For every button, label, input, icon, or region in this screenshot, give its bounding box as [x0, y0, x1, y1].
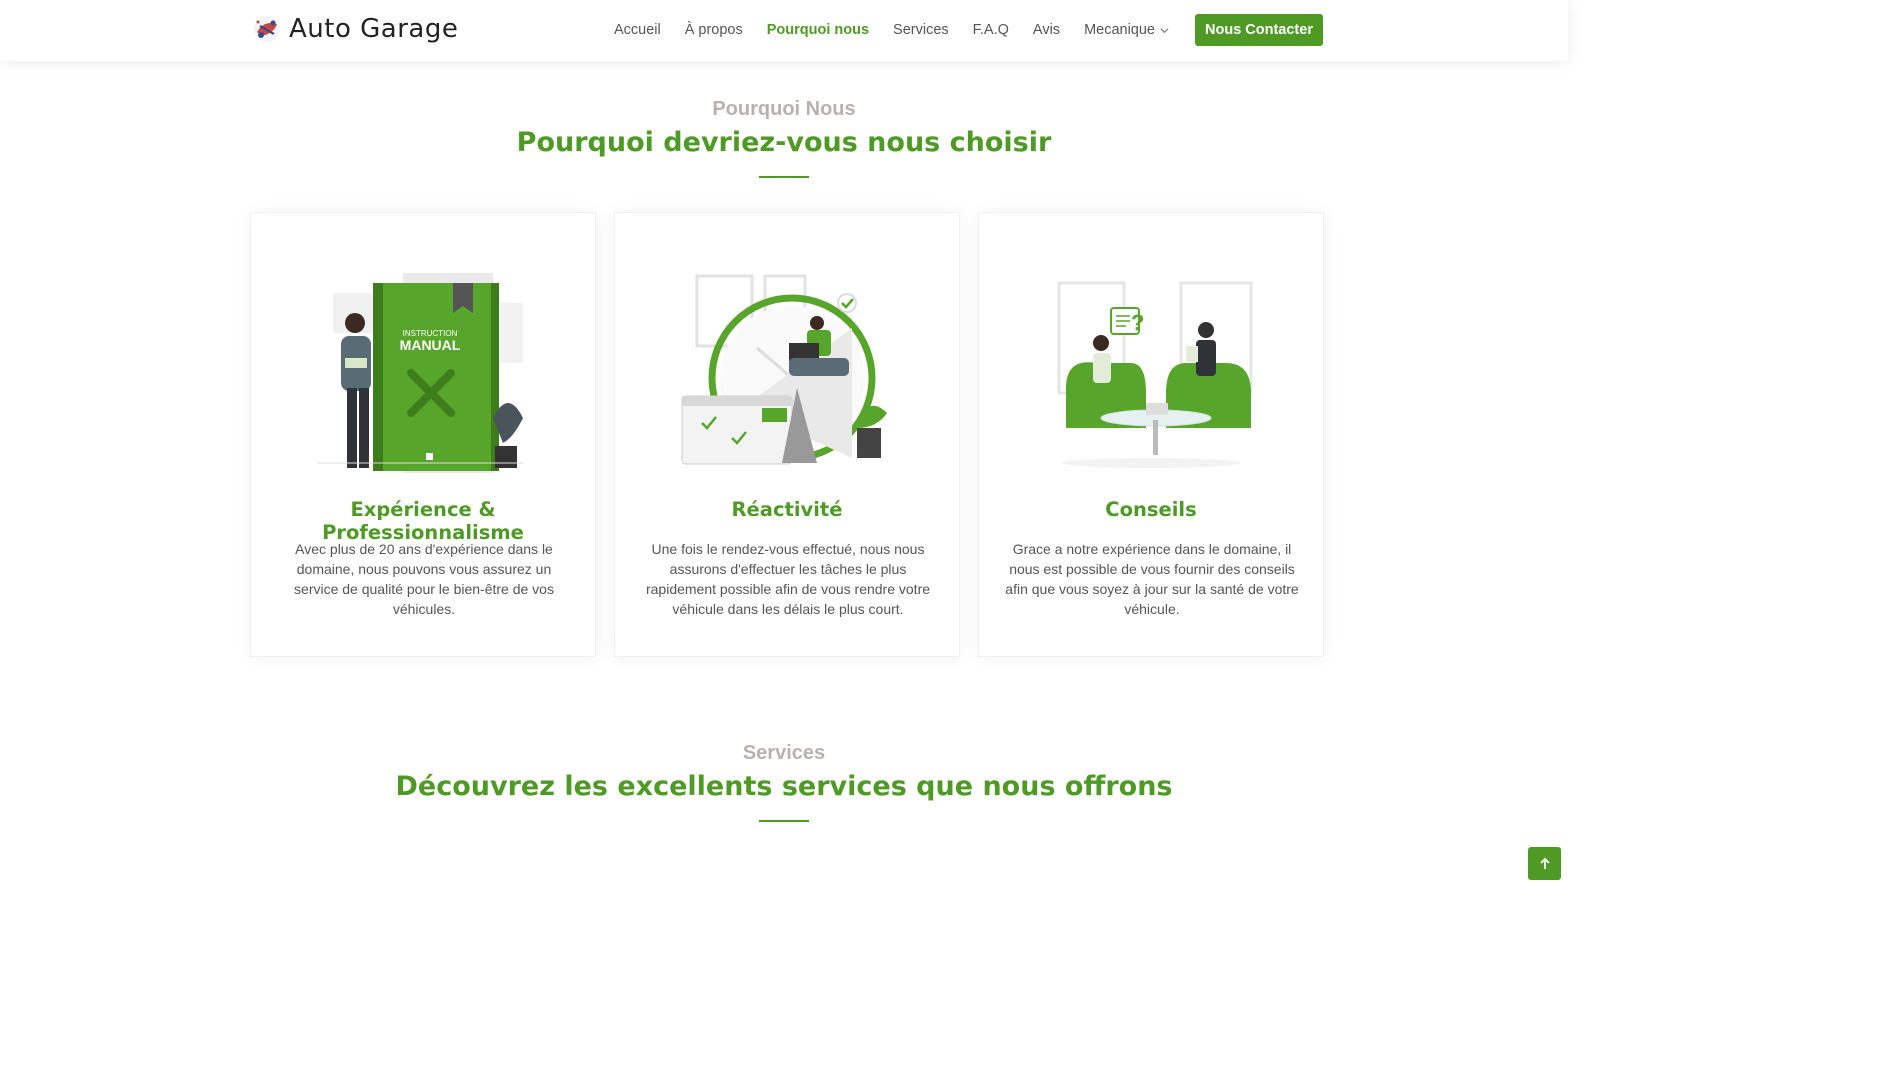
nav-services[interactable]: Services [893, 22, 949, 38]
svg-text:?: ? [1131, 310, 1144, 335]
consultation-illustration: ? [1057, 281, 1253, 468]
back-to-top-button[interactable] [1528, 847, 1561, 880]
arrow-up-icon [1539, 857, 1550, 869]
garage-logo-icon [254, 16, 280, 42]
card-title: Conseils [1105, 498, 1197, 521]
heading-divider [759, 176, 809, 178]
instruction-manual-illustration: INSTRUCTION MANUAL [318, 273, 523, 473]
nav-accueil[interactable]: Accueil [614, 22, 661, 38]
heading-divider [759, 820, 809, 822]
nav-faq[interactable]: F.A.Q [973, 22, 1009, 38]
why-headline: Pourquoi devriez-vous nous choisir [516, 127, 1052, 158]
why-eyebrow: Pourquoi Nous [712, 98, 856, 120]
contact-button[interactable]: Nous Contacter [1195, 14, 1323, 46]
nav-avis[interactable]: Avis [1033, 22, 1060, 38]
card-text: Grace a notre expérience dans le domaine… [1005, 541, 1299, 617]
services-headline: Découvrez les excellents services que no… [395, 771, 1173, 802]
card-text: Avec plus de 20 ans d'expérience dans le… [294, 541, 554, 617]
nav-a-propos[interactable]: À propos [685, 22, 743, 38]
nav-pourquoi-nous[interactable]: Pourquoi nous [767, 22, 869, 38]
services-section-heading: Services Découvrez les excellents servic… [0, 742, 1568, 822]
nav-mecanique-label: Mecanique [1084, 22, 1155, 38]
feature-card-advice: ? Conseils Grace a notre expérience dans… [978, 212, 1324, 657]
feature-card-reactivity: Réactivité Une fois le rendez-vous effec… [614, 212, 960, 657]
card-text: Une fois le rendez-vous effectué, nous n… [645, 541, 931, 617]
feature-card-experience: INSTRUCTION MANUAL Expérience & Professi… [250, 212, 596, 657]
card-title: Réactivité [731, 498, 843, 521]
clock-calendar-illustration [681, 274, 887, 465]
main-nav: Accueil À propos Pourquoi nous Services … [590, 14, 1323, 46]
nav-mecanique-dropdown[interactable]: Mecanique [1084, 22, 1169, 38]
site-header: Auto Garage Accueil À propos Pourquoi no… [0, 0, 1568, 61]
why-section-heading: Pourquoi Nous Pourquoi devriez-vous nous… [0, 98, 1568, 178]
services-eyebrow: Services [742, 742, 826, 764]
chevron-down-icon [1160, 27, 1169, 33]
card-title: Expérience & Professionnalisme [322, 498, 524, 544]
manual-label-bottom: MANUAL [400, 337, 461, 353]
brand-logo[interactable]: Auto Garage [252, 14, 458, 44]
brand-name: Auto Garage [289, 14, 459, 44]
